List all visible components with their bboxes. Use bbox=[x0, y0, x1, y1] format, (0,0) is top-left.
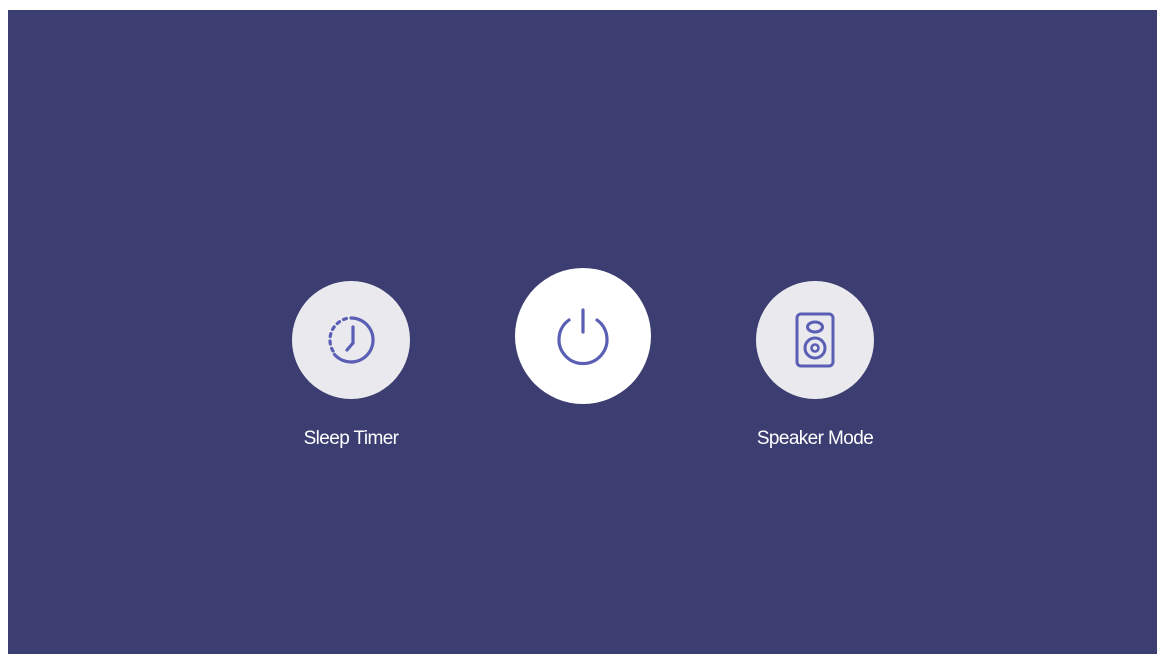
speaker-mode-label: Speaker Mode bbox=[756, 428, 874, 449]
power-menu-screen: Sleep Timer Speaker Mode bbox=[8, 10, 1157, 654]
clock-icon bbox=[328, 316, 375, 364]
power-button[interactable] bbox=[515, 268, 651, 404]
power-icon bbox=[557, 308, 609, 366]
sleep-timer-button[interactable] bbox=[292, 281, 410, 399]
sleep-timer-label: Sleep Timer bbox=[303, 428, 399, 449]
speaker-mode-button[interactable] bbox=[756, 281, 874, 399]
speaker-icon bbox=[795, 312, 835, 368]
